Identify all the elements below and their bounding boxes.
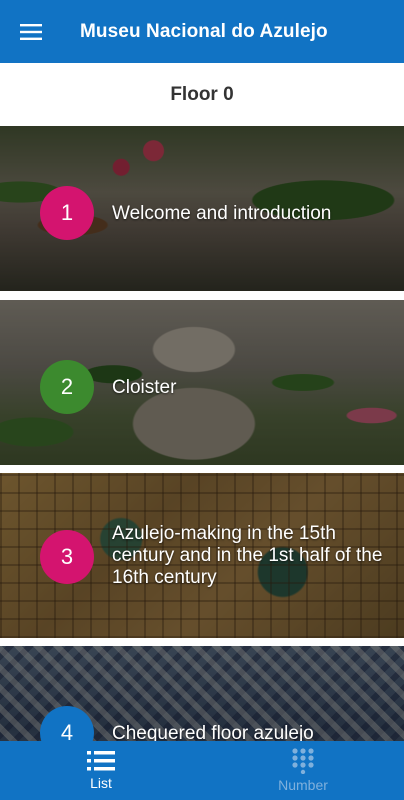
floor-title: Floor 0 xyxy=(170,83,234,105)
dialpad-icon xyxy=(292,748,314,774)
item-number-badge: 1 xyxy=(40,186,94,240)
item-number-badge: 2 xyxy=(40,360,94,414)
bottom-navigation: List Number xyxy=(0,741,404,800)
list-icon xyxy=(87,751,115,771)
menu-button[interactable] xyxy=(0,0,64,63)
item-number-badge: 3 xyxy=(40,530,94,584)
floor-header: Floor 0 xyxy=(0,63,404,126)
item-title: Cloister xyxy=(112,377,177,398)
app-bar: Museu Nacional do Azulejo xyxy=(0,0,404,63)
nav-list-label: List xyxy=(90,775,112,791)
nav-number-tab[interactable]: Number xyxy=(202,741,404,800)
item-title: Welcome and introduction xyxy=(112,203,332,224)
nav-list-tab[interactable]: List xyxy=(0,741,202,800)
hamburger-menu-icon xyxy=(20,23,42,40)
list-item[interactable]: 2 Cloister xyxy=(0,300,404,465)
item-title: Azulejo-making in the 15th century and i… xyxy=(112,523,383,588)
audio-guide-list[interactable]: 1 Welcome and introduction 2 Cloister 3 … xyxy=(0,126,404,742)
item-title: Chequered floor azulejo xyxy=(112,723,314,742)
list-item[interactable]: 3 Azulejo-making in the 15th century and… xyxy=(0,473,404,638)
list-item[interactable]: 4 Chequered floor azulejo xyxy=(0,646,404,742)
nav-number-label: Number xyxy=(278,777,328,793)
list-item[interactable]: 1 Welcome and introduction xyxy=(0,126,404,291)
app-title: Museu Nacional do Azulejo xyxy=(80,20,328,42)
